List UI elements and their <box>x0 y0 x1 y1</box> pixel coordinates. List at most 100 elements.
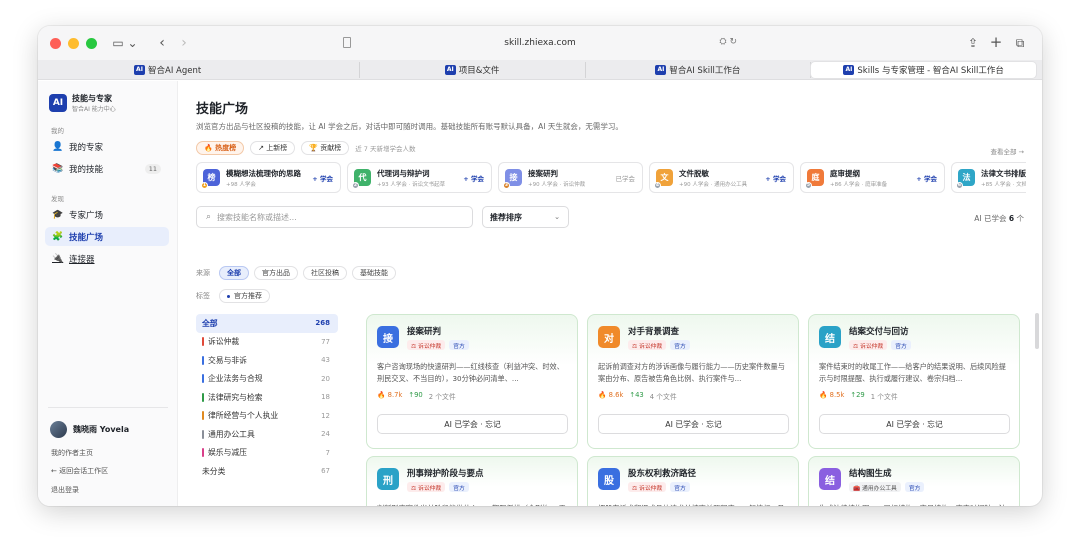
skill-card[interactable]: 结结构图生成 🧰 通用办公工具官方生成法律结构图——股权结构、交易结构、事实时间轴… <box>808 456 1020 506</box>
scrollbar[interactable] <box>1035 313 1039 349</box>
minimize-window-button[interactable] <box>68 37 79 49</box>
browser-tab-skill-workbench[interactable]: AI 智合AI Skill工作台 <box>586 61 812 78</box>
sidebar-toggle-icon[interactable]: ▭ ⌄ <box>108 33 142 53</box>
category-item[interactable]: 娱乐与减压 7 <box>196 444 338 463</box>
skills-count-badge: 11 <box>144 163 161 174</box>
category-item[interactable]: 诉讼仲裁 77 <box>196 333 338 352</box>
page-icon <box>343 37 351 48</box>
forget-skill-button[interactable]: AI 已学会 · 忘记 <box>598 414 789 434</box>
learn-button[interactable]: + 学会 <box>916 173 937 183</box>
growth-count: ↑43 <box>629 391 644 399</box>
category-item[interactable]: 全部 268 <box>196 314 338 333</box>
category-label: 法律研究与检索 <box>208 392 263 402</box>
source-chip-all[interactable]: 全部 <box>219 266 249 280</box>
back-icon[interactable]: ‹ <box>154 33 170 53</box>
category-color-bar <box>202 355 204 365</box>
skill-avatar-icon: 接3 <box>503 169 522 189</box>
connector-icon: 🔌 <box>52 253 64 264</box>
category-item[interactable]: 交易与非诉 43 <box>196 351 338 370</box>
sort-select[interactable]: 推荐排序 ⌄ <box>482 206 569 228</box>
category-color-bar <box>202 337 204 347</box>
learn-button[interactable]: + 学会 <box>312 173 333 183</box>
source-chip-basic[interactable]: 基础技能 <box>352 266 396 280</box>
tab-new-ranking[interactable]: ↗ 上新榜 <box>250 141 296 155</box>
category-item[interactable]: 未分类 67 <box>196 462 338 481</box>
skill-card[interactable]: 刑刑事辩护阶段与要点 ⚖ 诉讼仲裁官方判断刑事案件当前阶段能做什么——期限倒排（含… <box>366 456 578 506</box>
ranking-card[interactable]: 接 3 接案研判 +90 人学会 · 诉讼仲裁 已学会 <box>498 162 643 193</box>
author-homepage-link[interactable]: 我的作者主页 <box>51 448 93 458</box>
source-chip-official[interactable]: 官方出品 <box>254 266 298 280</box>
ranking-card[interactable]: 法6法律文书排版+85 人学会 · 文档+ 学会 <box>951 162 1026 193</box>
forget-skill-button[interactable]: AI 已学会 · 忘记 <box>377 414 568 434</box>
browser-tab-skills-management[interactable]: AI Skills 与专家管理 - 智合AI Skill工作台 <box>811 61 1036 78</box>
category-color-bar <box>202 429 204 439</box>
heat-count: 🔥 8.7k <box>377 391 403 399</box>
ranking-card-stats: +93 人学会 · 诉讼文书起草 <box>377 181 446 188</box>
section-discover-label: 发现 <box>51 195 64 203</box>
forget-skill-button[interactable]: AI 已学会 · 忘记 <box>819 414 1010 434</box>
close-window-button[interactable] <box>50 37 61 49</box>
ranking-card[interactable]: 文 4 文件脱敏 +90 人学会 · 通用办公工具 + 学会 <box>649 162 794 193</box>
browser-tab-agent[interactable]: AI 智合AI Agent <box>44 61 360 78</box>
back-to-workspace-link[interactable]: ← 返回会话工作区 <box>51 466 108 476</box>
tab-hot-ranking[interactable]: 🔥 热度榜 <box>196 141 245 155</box>
skill-card[interactable]: 股股东权利救济路径 ⚖ 诉讼仲裁官方把股东诉求翻译成具体请求并核查前置程序——知情… <box>587 456 799 506</box>
sidebar-item-expert-square[interactable]: 🎓 专家广场 <box>45 205 169 224</box>
tag-filter-label: 标签 <box>196 292 210 300</box>
official-tag: 官方 <box>891 340 911 350</box>
skill-card[interactable]: 接接案研判 ⚖ 诉讼仲裁 官方 客户咨询现场的快速研判——红线核查（利益冲突、时效、刑… <box>366 314 578 449</box>
zoom-window-button[interactable] <box>86 37 97 49</box>
skill-stats: 🔥 8.6k ↑43 4 个文件 <box>598 391 677 401</box>
browser-tabs: AI 智合AI Agent AI 项目&文件 AI 智合AI Skill工作台 AI S… <box>38 60 1042 80</box>
category-item[interactable]: 法律研究与检索 18 <box>196 388 338 407</box>
address-bar[interactable]: skill.zhiexa.com ⛭ ↻ <box>335 33 745 53</box>
learn-button[interactable]: + 学会 <box>463 173 484 183</box>
tab-overview-icon[interactable]: ⧉ <box>1012 33 1028 53</box>
category-count: 24 <box>321 430 330 439</box>
learn-button[interactable]: 已学会 <box>616 173 636 183</box>
logout-link[interactable]: 退出登录 <box>51 485 79 495</box>
official-tag: 官方 <box>904 482 925 492</box>
tag-chip-official-recommended[interactable]: 官方推荐 <box>219 289 270 303</box>
learn-button[interactable]: + 学会 <box>765 173 786 183</box>
ranking-card[interactable]: 榜 1 模糊想法梳理你的思路 +98 人学会 + 学会 <box>196 162 341 193</box>
sidebar-item-my-skills[interactable]: 📚 我的技能 11 <box>45 159 169 178</box>
skill-card[interactable]: 对对手背景调查 ⚖ 诉讼仲裁 官方 起诉前调查对方的涉诉画像与履行能力——历史案件数量… <box>587 314 799 449</box>
search-input[interactable]: ⌕ 搜索技能名称或描述... <box>196 206 473 228</box>
category-item[interactable]: 律所经营与个人执业 12 <box>196 407 338 426</box>
ranking-card-stats: +86 人学会 · 庭审准备 <box>830 181 888 188</box>
skill-avatar-icon: 榜1 <box>201 169 220 189</box>
skill-description: 客户咨询现场的快速研判——红线核查（利益冲突、时效、刑民交叉、不当目的），30分… <box>377 362 564 383</box>
puzzle-icon: 🧩 <box>52 231 64 242</box>
sidebar-item-skill-square[interactable]: 🧩 技能广场 <box>45 227 169 246</box>
browser-tab-projects[interactable]: AI 项目&文件 <box>360 61 586 78</box>
share-icon[interactable]: ⇪ <box>965 33 981 53</box>
skill-card[interactable]: 结结案交付与回访 ⚖ 诉讼仲裁 官方 案件结束时的收尾工作——给客户的结果说明、后续风… <box>808 314 1020 449</box>
skill-avatar-icon: 庭5 <box>805 169 824 189</box>
user-profile[interactable]: 魏晓雨 Yovela <box>50 421 129 438</box>
books-icon: 📚 <box>52 163 64 174</box>
ranking-card-name: 模糊想法梳理你的思路 <box>226 168 301 178</box>
ranking-card[interactable]: 代 2 代理词与辩护词 +93 人学会 · 诉讼文书起草 + 学会 <box>347 162 492 193</box>
ranking-card[interactable]: 庭 5 庭审提纲 +86 人学会 · 庭审准备 + 学会 <box>800 162 945 193</box>
forward-icon[interactable]: › <box>176 33 192 53</box>
reload-icon[interactable]: ⛭ ↻ <box>719 37 737 47</box>
skill-avatar-icon: 股 <box>598 468 620 490</box>
category-count: 18 <box>321 393 330 402</box>
sidebar-item-my-experts[interactable]: 👤 我的专家 <box>45 137 169 156</box>
file-count: 4 个文件 <box>649 393 677 401</box>
view-all-link[interactable]: 查看全部 → <box>990 146 1024 156</box>
source-chip-community[interactable]: 社区投稿 <box>303 266 347 280</box>
page-subtitle: 浏览官方出品与社区投稿的技能，让 AI 学会之后，对话中即可随时调用。基础技能所… <box>196 122 623 131</box>
category-item[interactable]: 企业法务与合规 20 <box>196 370 338 389</box>
sidebar-item-connectors[interactable]: 🔌 连接器 <box>45 249 169 268</box>
user-icon: 👤 <box>52 141 64 152</box>
category-count: 7 <box>325 448 330 457</box>
skill-description: 生成法律结构图——股权结构、交易结构、事实时间轴、法律关系图，输出 Mermai… <box>819 503 1011 506</box>
new-tab-icon[interactable]: + <box>988 32 1004 52</box>
skill-name: 接案研判 <box>407 327 442 337</box>
tab-contribution-ranking[interactable]: 🏆 贡献榜 <box>301 141 350 155</box>
graduation-cap-icon: 🎓 <box>52 209 64 220</box>
skill-name: 股东权利救济路径 <box>628 469 697 479</box>
category-item[interactable]: 通用办公工具 24 <box>196 425 338 444</box>
